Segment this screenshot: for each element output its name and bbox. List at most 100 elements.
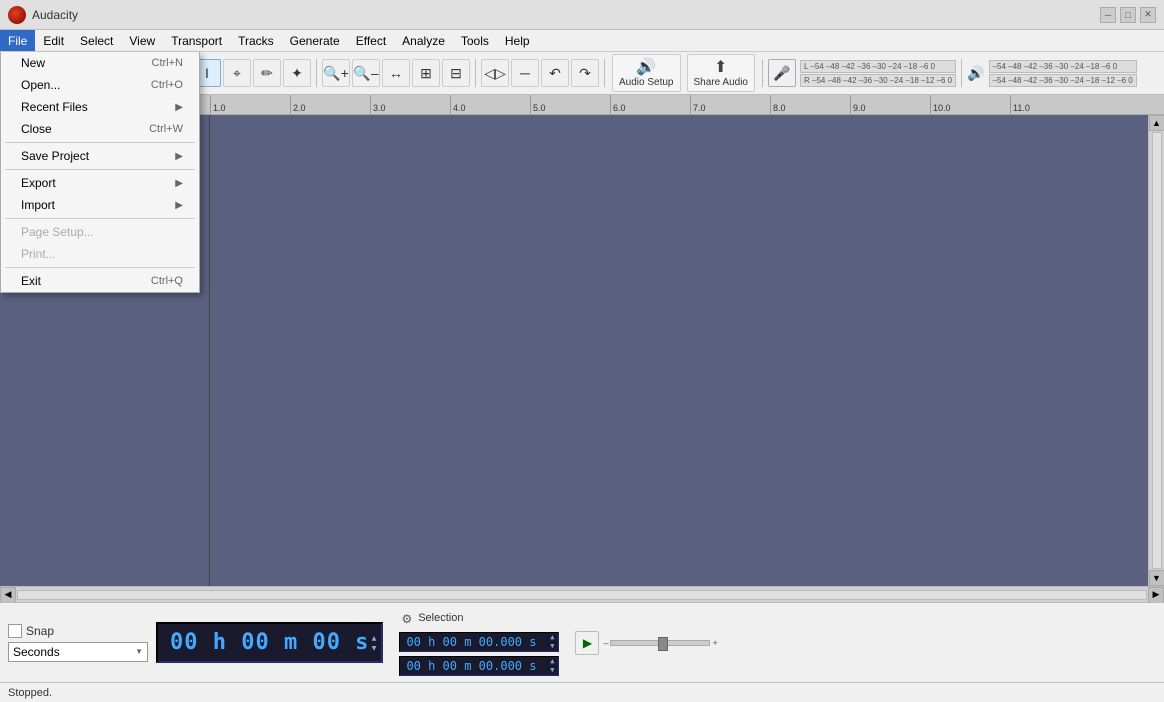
menu-separator-2 (5, 169, 195, 170)
hscroll-left-arrow[interactable]: ◀ (0, 587, 16, 603)
time-display: 00 h 00 m 00 s ▲ ▼ (156, 622, 383, 663)
menu-item-help[interactable]: Help (497, 30, 538, 51)
input-meter-scale-L: L –54 –48 –42 –36 –30 –24 –18 –6 0 (800, 60, 956, 73)
menu-recent-files[interactable]: Recent Files ▶ (1, 96, 199, 118)
maximize-button[interactable]: □ (1120, 7, 1136, 23)
selection-end-arrows[interactable]: ▲ ▼ (550, 657, 554, 674)
input-meter-scale-R: R –54 –48 –42 –36 –30 –24 –18 –12 –6 0 (800, 74, 956, 87)
menubar: File Edit Select View Transport Tracks G… (0, 30, 1164, 52)
selection-start-arrows[interactable]: ▲ ▼ (550, 633, 554, 650)
input-meter-section: 🎤 L –54 –48 –42 –36 –30 –24 –18 –6 0 R –… (768, 59, 956, 87)
draw-tool-button[interactable]: ✏ (253, 59, 281, 87)
menu-item-generate[interactable]: Generate (282, 30, 348, 51)
menu-save-project[interactable]: Save Project ▶ (1, 145, 199, 167)
menu-print: Print... (1, 243, 199, 265)
toolbar-separator-6 (961, 59, 962, 87)
menu-item-edit[interactable]: Edit (35, 30, 72, 51)
snap-dropdown[interactable]: Seconds ▼ (8, 642, 148, 662)
menu-item-view[interactable]: View (121, 30, 163, 51)
audio-setup-widget[interactable]: 🔊 Audio Setup (612, 54, 681, 92)
edit-buttons: ◁▷ ─ ↶ ↷ (481, 59, 599, 87)
snap-row: Snap (8, 624, 148, 638)
file-dropdown-menu: New Ctrl+N Open... Ctrl+O Recent Files ▶… (0, 52, 200, 293)
selection-start-display: 00 h 00 m 00.000 s ▲ ▼ (399, 632, 559, 652)
output-meter-scale-L: –54 –48 –42 –36 –30 –24 –18 –6 0 (989, 60, 1137, 73)
bottom-bar: Snap Seconds ▼ 00 h 00 m 00 s ▲ ▼ ⚙ Sele… (0, 602, 1164, 682)
menu-item-select[interactable]: Select (72, 30, 121, 51)
fit-selection-button[interactable]: ↔ (382, 59, 410, 87)
share-audio-label: Share Audio (694, 77, 749, 89)
selection-end-display: 00 h 00 m 00.000 s ▲ ▼ (399, 656, 559, 676)
menu-item-transport[interactable]: Transport (163, 30, 230, 51)
ruler-mark-2: 2.0 (290, 95, 370, 114)
vscroll-up-arrow[interactable]: ▲ (1149, 115, 1164, 131)
speed-slider-thumb[interactable] (658, 637, 668, 651)
time-display-arrows[interactable]: ▲ ▼ (372, 633, 378, 652)
snap-dropdown-arrow: ▼ (135, 647, 143, 656)
menu-item-analyze[interactable]: Analyze (394, 30, 453, 51)
zoom-out-button[interactable]: 🔍– (352, 59, 380, 87)
play-at-speed-button[interactable]: ▶ (575, 631, 599, 655)
menu-open[interactable]: Open... Ctrl+O (1, 74, 199, 96)
selection-gear-button[interactable]: ⚙ (399, 610, 414, 628)
ruler-mark-6: 6.0 (610, 95, 690, 114)
snap-dropdown-value: Seconds (13, 645, 60, 659)
undo-button[interactable]: ↶ (541, 59, 569, 87)
output-meter: –54 –48 –42 –36 –30 –24 –18 –6 0 –54 –48… (989, 60, 1137, 87)
menu-item-tools[interactable]: Tools (453, 30, 497, 51)
selection-label: Selection (418, 612, 463, 624)
menu-item-file[interactable]: File (0, 30, 35, 51)
selection-end-value: 00 h 00 m 00.000 s (406, 659, 536, 673)
menu-item-tracks[interactable]: Tracks (230, 30, 282, 51)
menu-export[interactable]: Export ▶ (1, 172, 199, 194)
ruler-mark-3: 3.0 (370, 95, 450, 114)
speed-slider[interactable] (610, 640, 710, 646)
selection-header: ⚙ Selection (399, 610, 559, 628)
share-audio-widget[interactable]: ⬆ Share Audio (687, 54, 756, 92)
menu-close[interactable]: Close Ctrl+W (1, 118, 199, 140)
track-area[interactable] (210, 115, 1148, 586)
vscroll-track[interactable] (1152, 132, 1162, 569)
vertical-scrollbar[interactable]: ▲ ▼ (1148, 115, 1164, 586)
hscroll-right-arrow[interactable]: ▶ (1148, 587, 1164, 603)
ruler-mark-9: 9.0 (850, 95, 930, 114)
minimize-button[interactable]: ─ (1100, 7, 1116, 23)
menu-exit[interactable]: Exit Ctrl+Q (1, 270, 199, 292)
envelope-tool-button[interactable]: ⌖ (223, 59, 251, 87)
titlebar: Audacity ─ □ ✕ (0, 0, 1164, 30)
ruler-mark-8: 8.0 (770, 95, 850, 114)
selection-start-value: 00 h 00 m 00.000 s (406, 635, 536, 649)
vscroll-down-arrow[interactable]: ▼ (1149, 570, 1164, 586)
app-icon (8, 6, 26, 24)
fit-project-button[interactable]: ⊞ (412, 59, 440, 87)
menu-import[interactable]: Import ▶ (1, 194, 199, 216)
menu-item-effect[interactable]: Effect (348, 30, 394, 51)
redo-button[interactable]: ↷ (571, 59, 599, 87)
menu-new[interactable]: New Ctrl+N (1, 52, 199, 74)
toolbar-separator-5 (762, 59, 763, 87)
input-meter: L –54 –48 –42 –36 –30 –24 –18 –6 0 R –54… (800, 60, 956, 87)
ruler-mark-1: 1.0 (210, 95, 290, 114)
upload-icon: ⬆ (714, 57, 727, 77)
silence-audio-button[interactable]: ─ (511, 59, 539, 87)
trim-audio-button[interactable]: ◁▷ (481, 59, 509, 87)
multi-tool-button[interactable]: ✦ (283, 59, 311, 87)
close-button[interactable]: ✕ (1140, 7, 1156, 23)
snap-checkbox[interactable] (8, 624, 22, 638)
output-meter-scale-R: –54 –48 –42 –36 –30 –24 –18 –12 –6 0 (989, 74, 1137, 87)
menu-separator-3 (5, 218, 195, 219)
speed-min-label: – (603, 638, 608, 648)
tool-buttons: I ⌖ ✏ ✦ (193, 59, 311, 87)
speaker-icon: 🔊 (636, 57, 656, 77)
statusbar: Stopped. (0, 682, 1164, 702)
horizontal-scrollbar[interactable]: ◀ ▶ (0, 586, 1164, 602)
menu-page-setup: Page Setup... (1, 221, 199, 243)
hscroll-track[interactable] (17, 590, 1147, 600)
output-meter-icon: 🔊 (967, 65, 984, 82)
mic-icon: 🎤 (768, 59, 796, 87)
title-text: Audacity (32, 8, 1100, 22)
window-controls: ─ □ ✕ (1100, 7, 1156, 23)
zoom-toggle-button[interactable]: ⊟ (442, 59, 470, 87)
zoom-in-button[interactable]: 🔍+ (322, 59, 350, 87)
track-area-inner (210, 115, 1148, 586)
